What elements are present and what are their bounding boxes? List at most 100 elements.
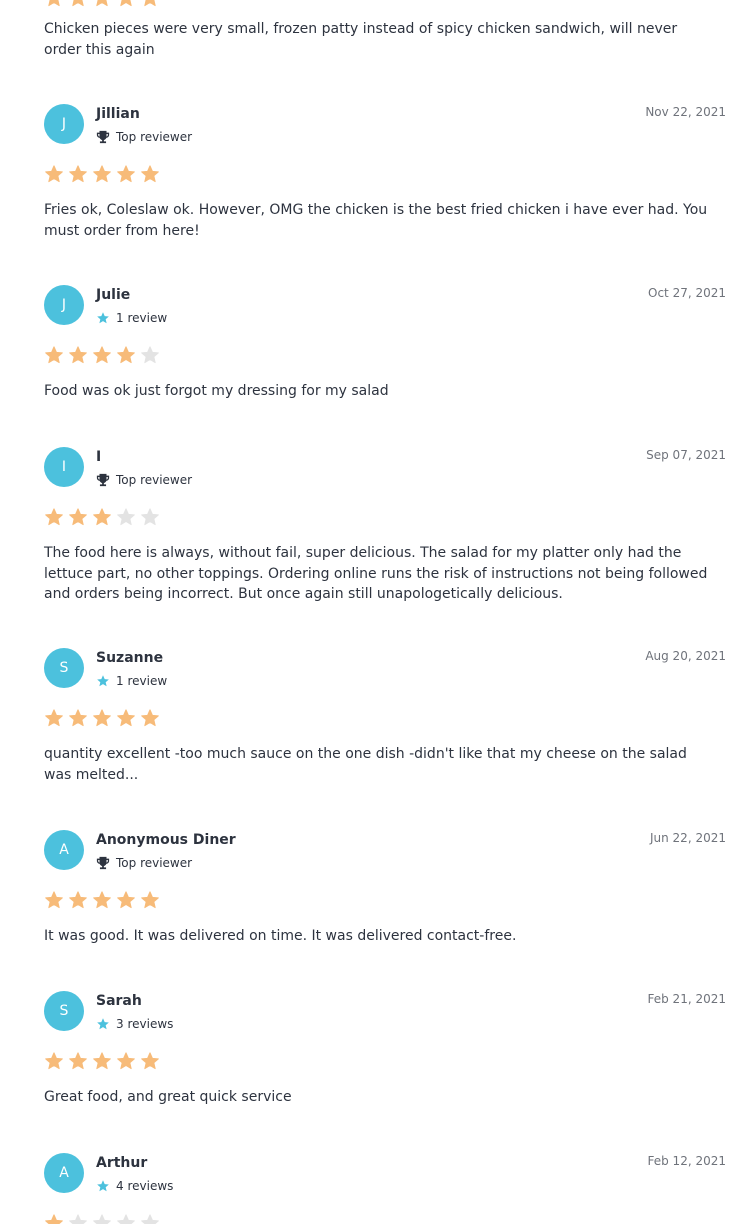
star-empty-icon xyxy=(93,1214,111,1224)
star-filled-icon xyxy=(117,709,135,727)
star-icon xyxy=(97,675,109,687)
star-filled-icon xyxy=(93,165,111,183)
review-text: Fries ok, Coleslaw ok. However, OMG the … xyxy=(44,202,708,239)
star-filled-icon xyxy=(96,0,108,7)
star-empty-icon xyxy=(141,1214,159,1224)
reviewer-badge-label: 1 review xyxy=(116,674,168,688)
reviewer-name: Sarah xyxy=(96,993,142,1009)
star-filled-icon xyxy=(141,709,159,727)
review-item: J Jillian Top reviewer Nov 22, 2021 Fries ok… xyxy=(44,104,726,239)
star-filled-icon xyxy=(117,1052,135,1070)
rating-stars xyxy=(44,890,160,910)
reviewer-badge: Top reviewer xyxy=(96,129,192,145)
rating-stars xyxy=(44,164,160,184)
star-filled-icon xyxy=(117,346,135,364)
reviewer-badge-label: Top reviewer xyxy=(116,856,193,870)
star-filled-icon xyxy=(69,709,87,727)
review-text: quantity excellent -too much sauce on th… xyxy=(44,746,687,783)
review-item: S Suzanne 1 review Aug 20, 2021 quantity exc… xyxy=(44,648,726,783)
star-filled-icon xyxy=(117,165,135,183)
avatar: A xyxy=(44,830,84,870)
review-text: It was good. It was delivered on time. I… xyxy=(44,928,517,944)
rating-stars xyxy=(44,345,160,365)
reviewer-name: Julie xyxy=(96,287,131,303)
star-empty-icon xyxy=(69,1214,87,1224)
star-filled-icon xyxy=(45,709,63,727)
reviewer-badge: 1 review xyxy=(96,310,167,326)
star-icon xyxy=(97,1180,109,1192)
star-filled-icon xyxy=(69,165,87,183)
reviewer-badge: 1 review xyxy=(96,673,167,689)
avatar: S xyxy=(44,991,84,1031)
star-empty-icon xyxy=(141,346,159,364)
review-text: Food was ok just forgot my dressing for … xyxy=(44,383,389,399)
reviews-page: Chicken pieces were very small, frozen p… xyxy=(0,0,750,1224)
star-filled-icon xyxy=(72,0,84,7)
star-filled-icon xyxy=(69,346,87,364)
trophy-icon xyxy=(96,130,110,144)
star-filled-icon xyxy=(141,165,159,183)
rating-stars xyxy=(44,0,160,8)
reviewer-badge-label: Top reviewer xyxy=(116,130,193,144)
avatar: A xyxy=(44,1153,84,1193)
star-filled-icon xyxy=(45,1214,63,1224)
reviewer-name: Jillian xyxy=(96,106,140,122)
star-filled-icon xyxy=(141,1052,159,1070)
star-filled-icon xyxy=(45,165,63,183)
star-icon xyxy=(97,1018,109,1030)
star-filled-icon xyxy=(45,1052,63,1070)
reviewer-badge-label: 1 review xyxy=(116,311,168,325)
avatar: J xyxy=(44,285,84,325)
rating-stars xyxy=(44,1213,160,1224)
star-filled-icon xyxy=(45,891,63,909)
rating-stars xyxy=(44,708,160,728)
star-filled-icon xyxy=(69,891,87,909)
star-filled-icon xyxy=(69,1052,87,1070)
review-text: The food here is always, without fail, s… xyxy=(44,545,708,602)
star-filled-icon xyxy=(45,346,63,364)
reviewer-badge-label: 3 reviews xyxy=(116,1017,174,1031)
star-filled-icon xyxy=(69,508,87,526)
reviewer-badge: 4 reviews xyxy=(96,1178,173,1194)
star-filled-icon xyxy=(93,709,111,727)
star-filled-icon xyxy=(120,0,132,7)
star-empty-icon xyxy=(117,1214,135,1224)
reviewer-badge-label: Top reviewer xyxy=(116,473,193,487)
review-date: Oct 27, 2021 xyxy=(648,286,726,300)
reviewer-name: Arthur xyxy=(96,1155,148,1171)
review-item: A Anonymous Diner Top reviewer Jun 22, 2021… xyxy=(44,830,726,950)
star-filled-icon xyxy=(93,508,111,526)
star-filled-icon xyxy=(93,1052,111,1070)
star-filled-icon xyxy=(48,0,60,7)
review-date: Feb 12, 2021 xyxy=(647,1154,727,1168)
rating-stars xyxy=(44,1051,160,1071)
review-item: A Arthur 4 reviews Feb 12, 2021 xyxy=(44,1153,726,1224)
review-date: Sep 07, 2021 xyxy=(646,448,726,462)
review-text: Chicken pieces were very small, frozen p… xyxy=(44,21,678,58)
review-item: J Julie 1 review Oct 27, 2021 Food was ok ju… xyxy=(44,285,726,405)
star-filled-icon xyxy=(93,346,111,364)
reviewer-badge: 3 reviews xyxy=(96,1016,173,1032)
reviewer-name: Anonymous Diner xyxy=(96,832,236,848)
star-icon xyxy=(97,312,109,324)
reviewer-badge: Top reviewer xyxy=(96,472,192,488)
star-filled-icon xyxy=(117,891,135,909)
avatar: J xyxy=(44,104,84,144)
reviewer-badge: Top reviewer xyxy=(96,855,192,871)
rating-stars xyxy=(44,507,160,527)
star-empty-icon xyxy=(141,508,159,526)
reviewer-name: Suzanne xyxy=(96,650,164,666)
star-filled-icon xyxy=(141,891,159,909)
avatar: S xyxy=(44,648,84,688)
trophy-icon xyxy=(96,473,110,487)
star-filled-icon xyxy=(93,891,111,909)
review-text: Great food, and great quick service xyxy=(44,1089,292,1105)
trophy-icon xyxy=(96,856,110,870)
star-empty-icon xyxy=(117,508,135,526)
review-date: Aug 20, 2021 xyxy=(645,649,726,663)
avatar: I xyxy=(44,447,84,487)
review-item: S Sarah 3 reviews Feb 21, 2021 Great food, a… xyxy=(44,991,726,1111)
star-filled-icon xyxy=(144,0,156,7)
reviewer-badge-label: 4 reviews xyxy=(116,1179,174,1193)
review-item: I I Top reviewer Sep 07, 2021 The food here … xyxy=(44,447,726,602)
